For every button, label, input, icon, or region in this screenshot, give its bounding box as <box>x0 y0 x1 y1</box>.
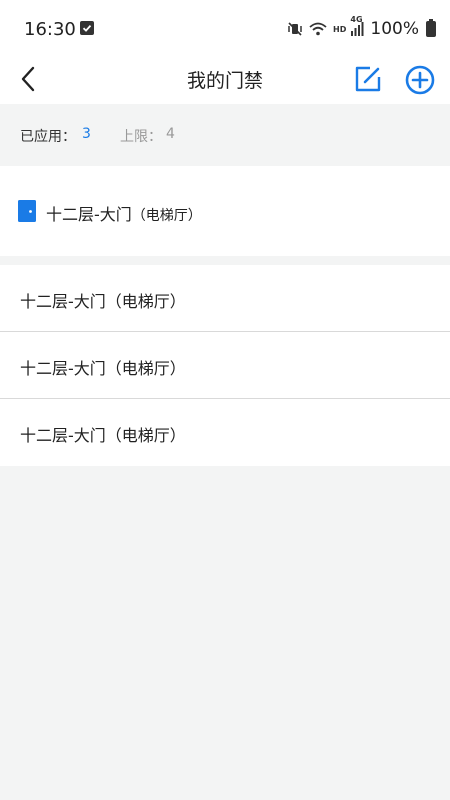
battery-icon <box>426 19 436 37</box>
wifi-icon <box>309 21 327 37</box>
door-icon <box>18 200 36 222</box>
applied-label: 已应用： <box>20 129 76 145</box>
status-bar: 16:30 HD 4G 100% <box>0 0 450 58</box>
door-list: 十二层-大门（电梯厅） 十二层-大门（电梯厅） 十二层-大门（电梯厅） <box>0 265 450 466</box>
door-summary: 已应用： 3 上限： 4 <box>0 104 450 166</box>
edit-icon <box>353 66 383 98</box>
limit-label: 上限： <box>120 129 162 145</box>
battery-percent: 100% <box>370 19 419 39</box>
network-type: 4G <box>350 15 363 24</box>
door-list-item[interactable]: 十二层-大门（电梯厅） <box>0 265 450 332</box>
door-list-item-label: 十二层-大门（电梯厅） <box>20 359 186 378</box>
vibrate-mute-icon <box>287 21 303 37</box>
door-list-item-label: 十二层-大门（电梯厅） <box>20 426 186 445</box>
current-door-location: （电梯厅） <box>131 208 202 224</box>
status-time: 16:30 <box>24 19 76 40</box>
door-list-item[interactable]: 十二层-大门（电梯厅） <box>0 399 450 466</box>
door-list-item-label: 十二层-大门（电梯厅） <box>20 292 186 311</box>
door-list-item[interactable]: 十二层-大门（电梯厅） <box>0 332 450 399</box>
current-door-label: 十二层-大门（电梯厅） <box>46 201 202 225</box>
current-door-name: 十二层-大门 <box>46 205 132 224</box>
nav-bar: 我的门禁 <box>0 58 450 104</box>
notification-check-icon <box>80 21 94 35</box>
applied-count: 3 <box>82 126 91 142</box>
edit-button[interactable] <box>353 64 385 96</box>
plus-circle-icon <box>404 65 436 100</box>
add-button[interactable] <box>404 64 436 96</box>
signal-icon: 4G <box>350 15 364 37</box>
current-door-item[interactable]: 十二层-大门（电梯厅） <box>0 166 450 256</box>
hd-label: HD <box>333 24 347 34</box>
limit-count: 4 <box>166 126 175 142</box>
status-icons: HD 4G 100% <box>287 15 436 40</box>
